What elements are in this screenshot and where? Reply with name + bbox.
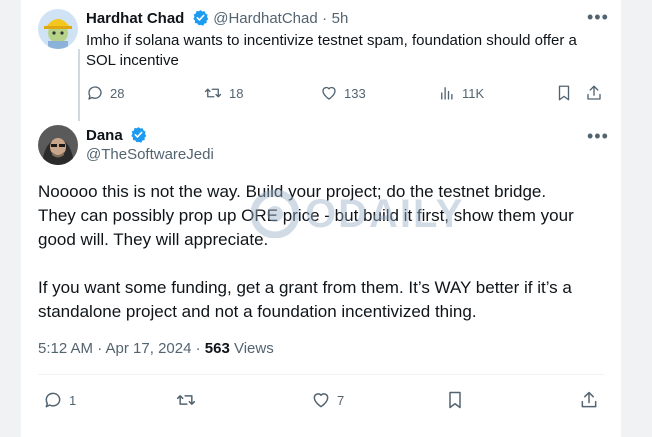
like-icon: [313, 393, 329, 408]
parent-retweet-count: 18: [229, 85, 244, 101]
parent-views-button[interactable]: 11K: [438, 84, 484, 102]
main-tweet-text: Nooooo this is not the way. Build your p…: [38, 180, 608, 324]
parent-author-handle[interactable]: @HardhatChad: [213, 10, 317, 27]
reply-icon: [45, 392, 61, 408]
parent-text-line: SOL incentive: [86, 52, 179, 69]
bookmark-icon: [449, 391, 461, 409]
parent-author-name[interactable]: Hardhat Chad: [86, 10, 184, 27]
tweet-card: Hardhat Chad @HardhatChad · 5h ••• Imho …: [20, 0, 622, 437]
views-label: Views: [233, 340, 274, 357]
main-text-line: Nooooo this is not the way. Build your p…: [38, 182, 547, 201]
main-bookmark-button[interactable]: [445, 390, 465, 410]
main-text-line: good will. They will appreciate.: [38, 230, 269, 249]
parent-share-button[interactable]: [585, 84, 603, 102]
verified-badge-icon: [130, 126, 147, 148]
share-icon: [587, 85, 601, 100]
separator-dot: ·: [322, 10, 328, 27]
parent-bookmark-button[interactable]: [555, 84, 573, 102]
parent-like-button[interactable]: 133: [320, 84, 366, 102]
parent-views-count: 11K: [462, 85, 485, 101]
share-icon: [581, 391, 597, 408]
main-like-button[interactable]: 7: [311, 390, 344, 410]
parent-reply-count: 28: [110, 85, 125, 101]
more-icon[interactable]: •••: [587, 8, 609, 26]
reply-icon: [88, 86, 102, 100]
parent-tweet-time[interactable]: 5h: [332, 10, 349, 27]
main-author-handle[interactable]: @TheSoftwareJedi: [86, 146, 214, 163]
parent-retweet-button[interactable]: 18: [203, 84, 243, 102]
more-icon[interactable]: •••: [587, 127, 609, 145]
parent-author-row: Hardhat Chad @HardhatChad · 5h: [86, 9, 348, 31]
parent-author-avatar[interactable]: [38, 9, 78, 49]
retweet-icon: [204, 88, 222, 98]
views-count: 563: [204, 340, 230, 357]
like-icon: [322, 86, 336, 100]
tweet-meta: 5:12 AM · Apr 17, 2024 · 563 Views: [38, 340, 274, 357]
main-author-name[interactable]: Dana: [86, 127, 123, 144]
main-retweet-button[interactable]: [175, 390, 197, 410]
parent-reply-button[interactable]: 28: [86, 84, 124, 102]
main-author-avatar[interactable]: [38, 125, 78, 165]
tweet-timestamp[interactable]: 5:12 AM · Apr 17, 2024 ·: [38, 340, 201, 357]
main-author-row: Dana: [86, 126, 147, 148]
main-share-button[interactable]: [579, 390, 599, 410]
parent-text-line: Imho if solana wants to incentivize test…: [86, 32, 577, 49]
thread-line: [78, 49, 80, 121]
main-text-line: They can possibly prop up ORE price - bu…: [38, 206, 574, 225]
parent-like-count: 133: [344, 85, 366, 101]
main-text-line: standalone project and not a foundation …: [38, 302, 477, 321]
bookmark-icon: [558, 85, 570, 101]
views-icon: [441, 87, 453, 100]
parent-tweet-text: Imho if solana wants to incentivize test…: [86, 31, 577, 71]
retweet-icon: [176, 395, 196, 405]
divider-top: [38, 374, 604, 375]
main-like-count: 7: [337, 392, 345, 408]
verified-badge-icon: [192, 9, 209, 31]
main-reply-button[interactable]: 1: [43, 390, 76, 410]
main-reply-count: 1: [69, 392, 77, 408]
main-text-line: If you want some funding, get a grant fr…: [38, 278, 572, 297]
